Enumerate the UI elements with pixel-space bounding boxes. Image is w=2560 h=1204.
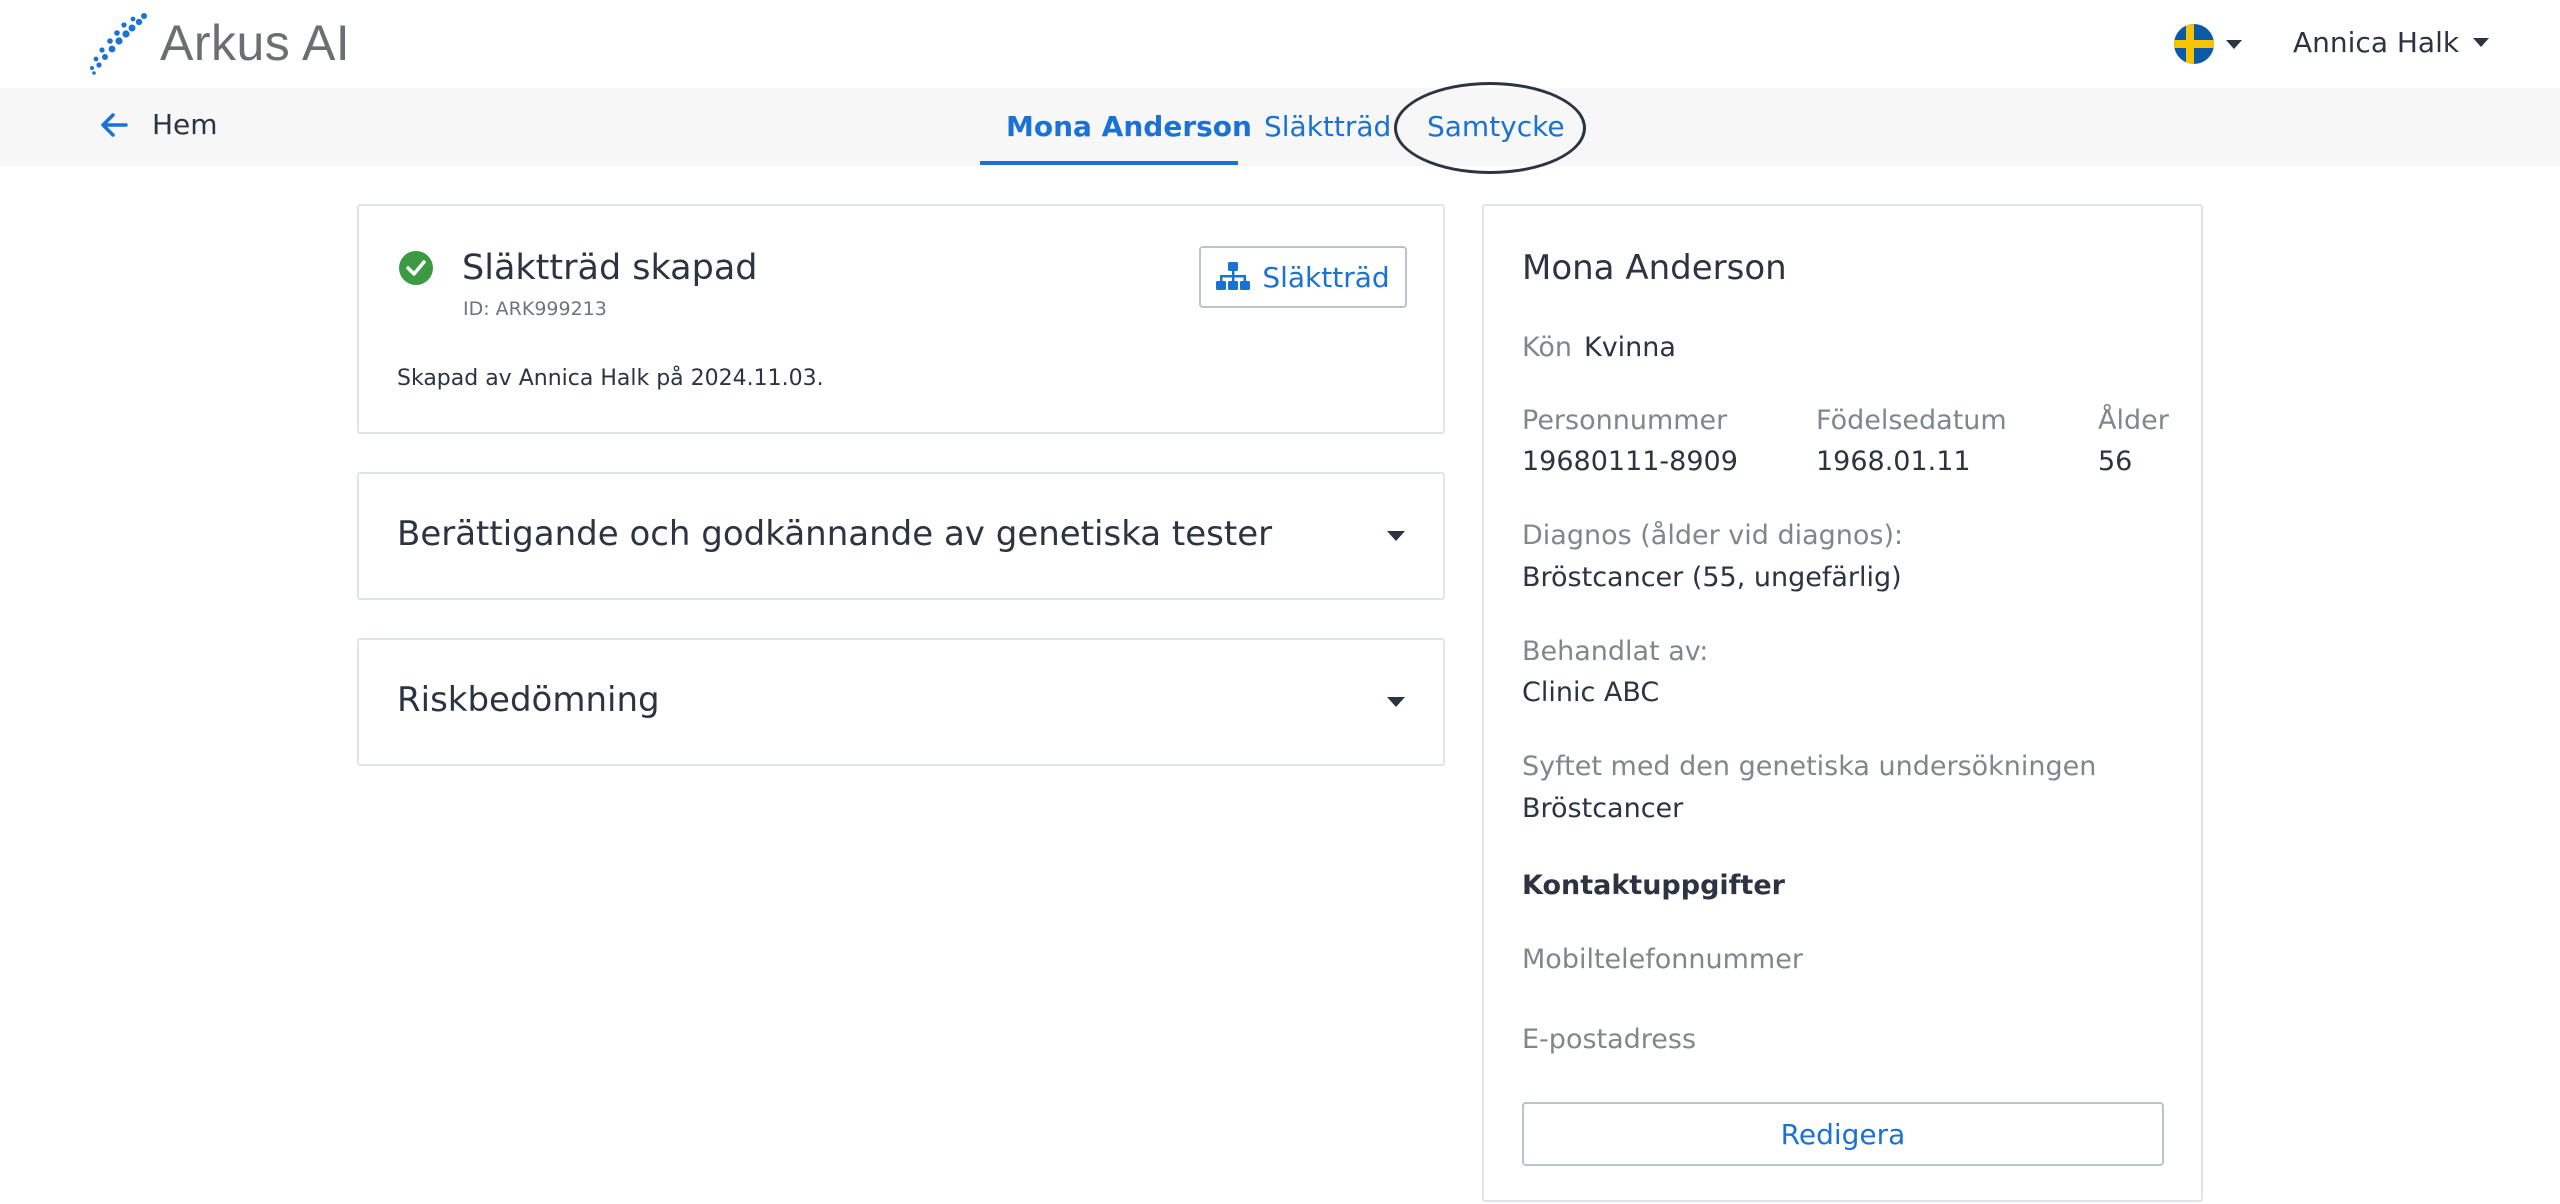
arrow-left-icon	[101, 112, 128, 137]
diagnosis-value: Bröstcancer (55, ungefärlig)	[1522, 562, 1902, 593]
card-title: Släktträd skapad	[462, 248, 758, 288]
sub-navigation: Hem Mona Anderson Släktträd Samtycke	[0, 88, 2560, 166]
patient-name: Mona Anderson	[1522, 248, 1787, 288]
accordion-title: Berättigande och godkännande av genetisk…	[397, 514, 1273, 554]
family-tree-created-card: Släktträd skapad ID: ARK999213 Skapad av…	[357, 204, 1445, 434]
user-menu[interactable]: Annica Halk	[2293, 26, 2490, 59]
created-info: Skapad av Annica Halk på 2024.11.03.	[397, 366, 824, 391]
sweden-flag-icon	[2174, 24, 2214, 64]
chevron-down-icon	[1387, 531, 1405, 541]
tab-patient[interactable]: Mona Anderson	[1006, 110, 1252, 143]
check-circle-icon	[399, 251, 433, 285]
arkus-logo-icon	[90, 13, 147, 75]
user-name: Annica Halk	[2293, 26, 2460, 59]
chevron-down-icon	[2226, 39, 2242, 49]
mobile-label: Mobiltelefonnummer	[1522, 944, 1803, 975]
gender-value: Kvinna	[1584, 332, 1676, 363]
age-label: Ålder	[2098, 405, 2169, 436]
treated-by-label: Behandlat av:	[1522, 636, 1709, 667]
birthdate-label: Födelsedatum	[1816, 405, 2007, 436]
personnummer-label: Personnummer	[1522, 405, 1728, 436]
purpose-value: Bröstcancer	[1522, 793, 1684, 824]
family-tree-button-label: Släktträd	[1262, 260, 1390, 294]
birthdate-value: 1968.01.11	[1816, 446, 1971, 477]
highlight-circle-annotation	[1394, 82, 1586, 174]
accordion-genetic-testing[interactable]: Berättigande och godkännande av genetisk…	[357, 472, 1445, 600]
email-label: E-postadress	[1522, 1024, 1697, 1055]
tab-family-tree[interactable]: Släktträd	[1264, 110, 1391, 143]
treated-by-value: Clinic ABC	[1522, 677, 1660, 708]
back-home-link[interactable]: Hem	[100, 108, 218, 141]
sitemap-icon	[1216, 262, 1251, 290]
age-value: 56	[2098, 446, 2133, 477]
language-selector[interactable]	[2174, 24, 2242, 64]
purpose-label: Syftet med den genetiska undersökningen	[1522, 751, 2097, 782]
chevron-down-icon	[1387, 697, 1405, 707]
gender-label: Kön	[1522, 332, 1572, 363]
accordion-risk-assessment[interactable]: Riskbedömning	[357, 638, 1445, 766]
edit-button[interactable]: Redigera	[1522, 1102, 2164, 1166]
chevron-down-icon	[2473, 38, 2490, 47]
diagnosis-label: Diagnos (ålder vid diagnos):	[1522, 520, 1904, 551]
top-header: Arkus AI Annica Halk	[0, 0, 2560, 88]
family-tree-id: ID: ARK999213	[463, 298, 607, 320]
patient-info-panel: Mona Anderson Kön Kvinna Personnummer 19…	[1482, 204, 2203, 1202]
open-family-tree-button[interactable]: Släktträd	[1199, 246, 1407, 308]
personnummer-value: 19680111-8909	[1522, 446, 1738, 477]
app-name: Arkus AI	[160, 15, 351, 71]
accordion-title: Riskbedömning	[397, 680, 660, 720]
back-label: Hem	[152, 108, 218, 141]
app-logo[interactable]: Arkus AI	[86, 10, 350, 76]
active-tab-indicator	[980, 161, 1238, 165]
contact-heading: Kontaktuppgifter	[1522, 870, 1785, 901]
